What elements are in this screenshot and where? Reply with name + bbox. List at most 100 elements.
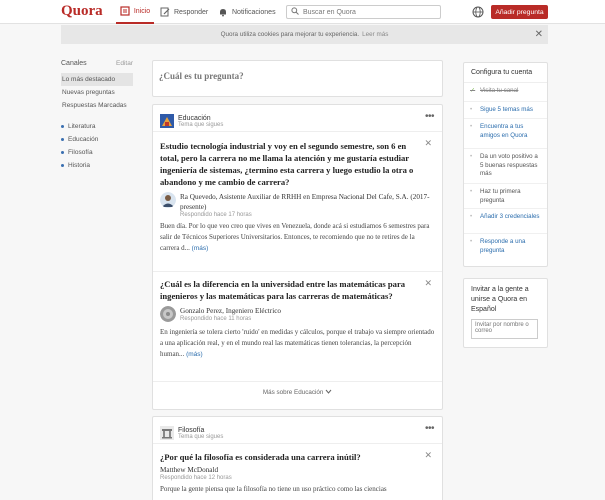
answer-excerpt[interactable]: En ingeniería se tolera cierto 'ruido' e… bbox=[160, 327, 435, 360]
cookie-read-more-link[interactable]: Leer más bbox=[362, 31, 388, 38]
setup-step-upvote[interactable]: • Da un voto positivo a 5 buenas respuest… bbox=[464, 148, 547, 183]
setup-step-label: Sigue 5 temas más bbox=[480, 106, 533, 113]
setup-step-follow-topics[interactable]: • Sigue 5 temas más bbox=[464, 101, 547, 118]
setup-step-find-friends[interactable]: • Encuentra a tus amigos en Quora bbox=[464, 118, 547, 148]
channels-header: Canales Editar bbox=[61, 60, 133, 67]
more-options-icon[interactable]: ••• bbox=[425, 111, 435, 122]
more-options-icon[interactable]: ••• bbox=[425, 423, 435, 434]
topic-subtitle: Tema que sigues bbox=[178, 433, 224, 440]
invite-input[interactable] bbox=[471, 319, 538, 339]
setup-step-label: Responde a una pregunta bbox=[480, 238, 526, 254]
answer-timestamp: Respondido hace 11 horas bbox=[180, 316, 252, 322]
setup-step-label: Encuentra a tus amigos en Quora bbox=[480, 123, 528, 139]
topic-header: Filosofía Tema que sigues ••• bbox=[153, 417, 442, 443]
question-title[interactable]: Estudio tecnología industrial y voy en e… bbox=[160, 140, 435, 188]
author-name[interactable]: Ra Quevedo, Asistente Auxiliar de RRHH e… bbox=[180, 192, 435, 212]
author-name[interactable]: Gonzalo Perez, Ingeniero Eléctrico bbox=[180, 306, 281, 316]
topic-dot-icon bbox=[61, 138, 64, 141]
setup-step-credentials[interactable]: • Añadir 3 credenciales bbox=[464, 208, 547, 233]
cookie-banner: Quora utiliza cookies para mejorar tu ex… bbox=[61, 25, 548, 44]
question-item: ✕ ¿Por qué la filosofía es considerada u… bbox=[153, 443, 442, 495]
setup-step-label: Visita tu canal bbox=[480, 87, 519, 94]
cookie-text: Quora utiliza cookies para mejorar tu ex… bbox=[220, 31, 360, 38]
bullet-icon: • bbox=[470, 238, 473, 245]
chevron-down-icon bbox=[325, 389, 332, 396]
add-question-button[interactable]: Añadir pregunta bbox=[491, 5, 548, 19]
topic-dot-icon bbox=[61, 125, 64, 128]
bullet-icon: • bbox=[470, 106, 473, 113]
bullet-icon: • bbox=[470, 123, 473, 130]
education-topic-icon[interactable] bbox=[160, 114, 174, 128]
edit-channels-link[interactable]: Editar bbox=[116, 60, 133, 67]
question-title[interactable]: ¿Por qué la filosofía es considerada una… bbox=[160, 451, 435, 463]
sidebar-item-nuevas[interactable]: Nuevas preguntas bbox=[61, 86, 133, 99]
nav-responder[interactable]: Responder bbox=[160, 0, 208, 24]
setup-account-title: Configura tu cuenta bbox=[464, 63, 547, 83]
search-icon bbox=[291, 7, 299, 17]
home-icon bbox=[120, 6, 130, 16]
close-icon[interactable]: ✕ bbox=[424, 138, 432, 149]
channels-title: Canales bbox=[61, 60, 87, 67]
author-name[interactable]: Matthew McDonald bbox=[160, 465, 232, 475]
topic-dot-icon bbox=[61, 151, 64, 154]
more-about-topic-link[interactable]: Más sobre Educación bbox=[153, 381, 442, 403]
close-icon[interactable]: ✕ bbox=[424, 450, 432, 461]
bullet-icon: • bbox=[470, 153, 473, 160]
sidebar-topic-label: Literatura bbox=[68, 123, 96, 130]
left-sidebar: Canales Editar Lo más destacado Nuevas p… bbox=[61, 60, 133, 172]
feed-card-filosofia: Filosofía Tema que sigues ••• ✕ ¿Por qué… bbox=[152, 416, 443, 500]
nav-inicio-label: Inicio bbox=[133, 7, 151, 15]
sidebar-item-destacado[interactable]: Lo más destacado bbox=[61, 73, 133, 86]
answer-author: Matthew McDonald Respondido hace 12 hora… bbox=[160, 465, 435, 481]
question-item: ✕ Estudio tecnología industrial y voy en… bbox=[153, 131, 442, 271]
close-icon[interactable]: ✕ bbox=[535, 29, 543, 40]
globe-icon[interactable] bbox=[472, 6, 484, 18]
answer-excerpt[interactable]: Buen día. Por lo que veo creo que vives … bbox=[160, 221, 435, 254]
sidebar-topic-label: Educación bbox=[68, 136, 99, 143]
search-box[interactable] bbox=[286, 5, 441, 19]
sidebar-topic-literatura[interactable]: Literatura bbox=[61, 120, 133, 133]
topic-name[interactable]: Filosofía bbox=[178, 427, 223, 434]
bullet-icon: • bbox=[470, 213, 473, 220]
ask-question-prompt[interactable]: ¿Cuál es tu pregunta? bbox=[159, 71, 436, 81]
read-more-link[interactable]: (más) bbox=[192, 245, 209, 252]
feed-card-educacion: Educación Tema que sigues ••• ✕ Estudio … bbox=[152, 104, 443, 410]
sidebar-topic-historia[interactable]: Historia bbox=[61, 159, 133, 172]
nav-notificaciones-label: Notificaciones bbox=[232, 8, 276, 16]
answer-excerpt[interactable]: Porque la gente piensa que la filosofía … bbox=[160, 484, 435, 495]
check-icon: ✓ bbox=[470, 87, 476, 94]
setup-step-first-question[interactable]: • Haz tu primera pregunta bbox=[464, 183, 547, 208]
avatar[interactable] bbox=[160, 306, 176, 324]
close-icon[interactable]: ✕ bbox=[424, 278, 432, 289]
read-more-link[interactable]: (más) bbox=[186, 351, 203, 358]
avatar[interactable] bbox=[160, 192, 176, 210]
topic-name[interactable]: Educación bbox=[178, 115, 223, 122]
setup-step-label: Da un voto positivo a 5 buenas respuesta… bbox=[480, 153, 538, 177]
sidebar-item-marcadas[interactable]: Respuestas Marcadas bbox=[61, 99, 133, 112]
bell-icon bbox=[218, 7, 228, 17]
top-header: Quora Inicio Responder Notificaciones Añ… bbox=[0, 0, 605, 24]
nav-inicio[interactable]: Inicio bbox=[116, 0, 154, 24]
setup-step-answer[interactable]: • Responde a una pregunta bbox=[464, 233, 547, 258]
topic-header: Educación Tema que sigues ••• bbox=[153, 105, 442, 131]
sidebar-topic-filosofia[interactable]: Filosofía bbox=[61, 146, 133, 159]
nav-responder-label: Responder bbox=[174, 8, 209, 16]
sidebar-topic-label: Filosofía bbox=[68, 149, 93, 156]
ask-question-box[interactable]: ¿Cuál es tu pregunta? bbox=[152, 60, 443, 97]
answer-author: Gonzalo Perez, Ingeniero Eléctrico Respo… bbox=[160, 306, 435, 324]
topic-subtitle: Tema que sigues bbox=[178, 121, 224, 128]
answer-timestamp: Respondido hace 17 horas bbox=[180, 212, 252, 218]
setup-step-visit-channel[interactable]: ✓ Visita tu canal bbox=[464, 87, 547, 101]
question-title[interactable]: ¿Cuál es la diferencia en la universidad… bbox=[160, 278, 435, 302]
pencil-icon bbox=[160, 7, 170, 17]
topic-dot-icon bbox=[61, 164, 64, 167]
question-item: ✕ ¿Cuál es la diferencia en la universid… bbox=[153, 271, 442, 381]
quora-logo[interactable]: Quora bbox=[61, 3, 103, 20]
sidebar-topic-label: Historia bbox=[68, 162, 91, 169]
nav-notificaciones[interactable]: Notificaciones bbox=[218, 0, 276, 24]
more-about-topic-label: Más sobre Educación bbox=[262, 389, 324, 396]
philosophy-topic-icon[interactable] bbox=[160, 426, 174, 440]
setup-step-label: Añadir 3 credenciales bbox=[480, 213, 540, 220]
search-input[interactable] bbox=[303, 8, 433, 16]
sidebar-topic-educacion[interactable]: Educación bbox=[61, 133, 133, 146]
